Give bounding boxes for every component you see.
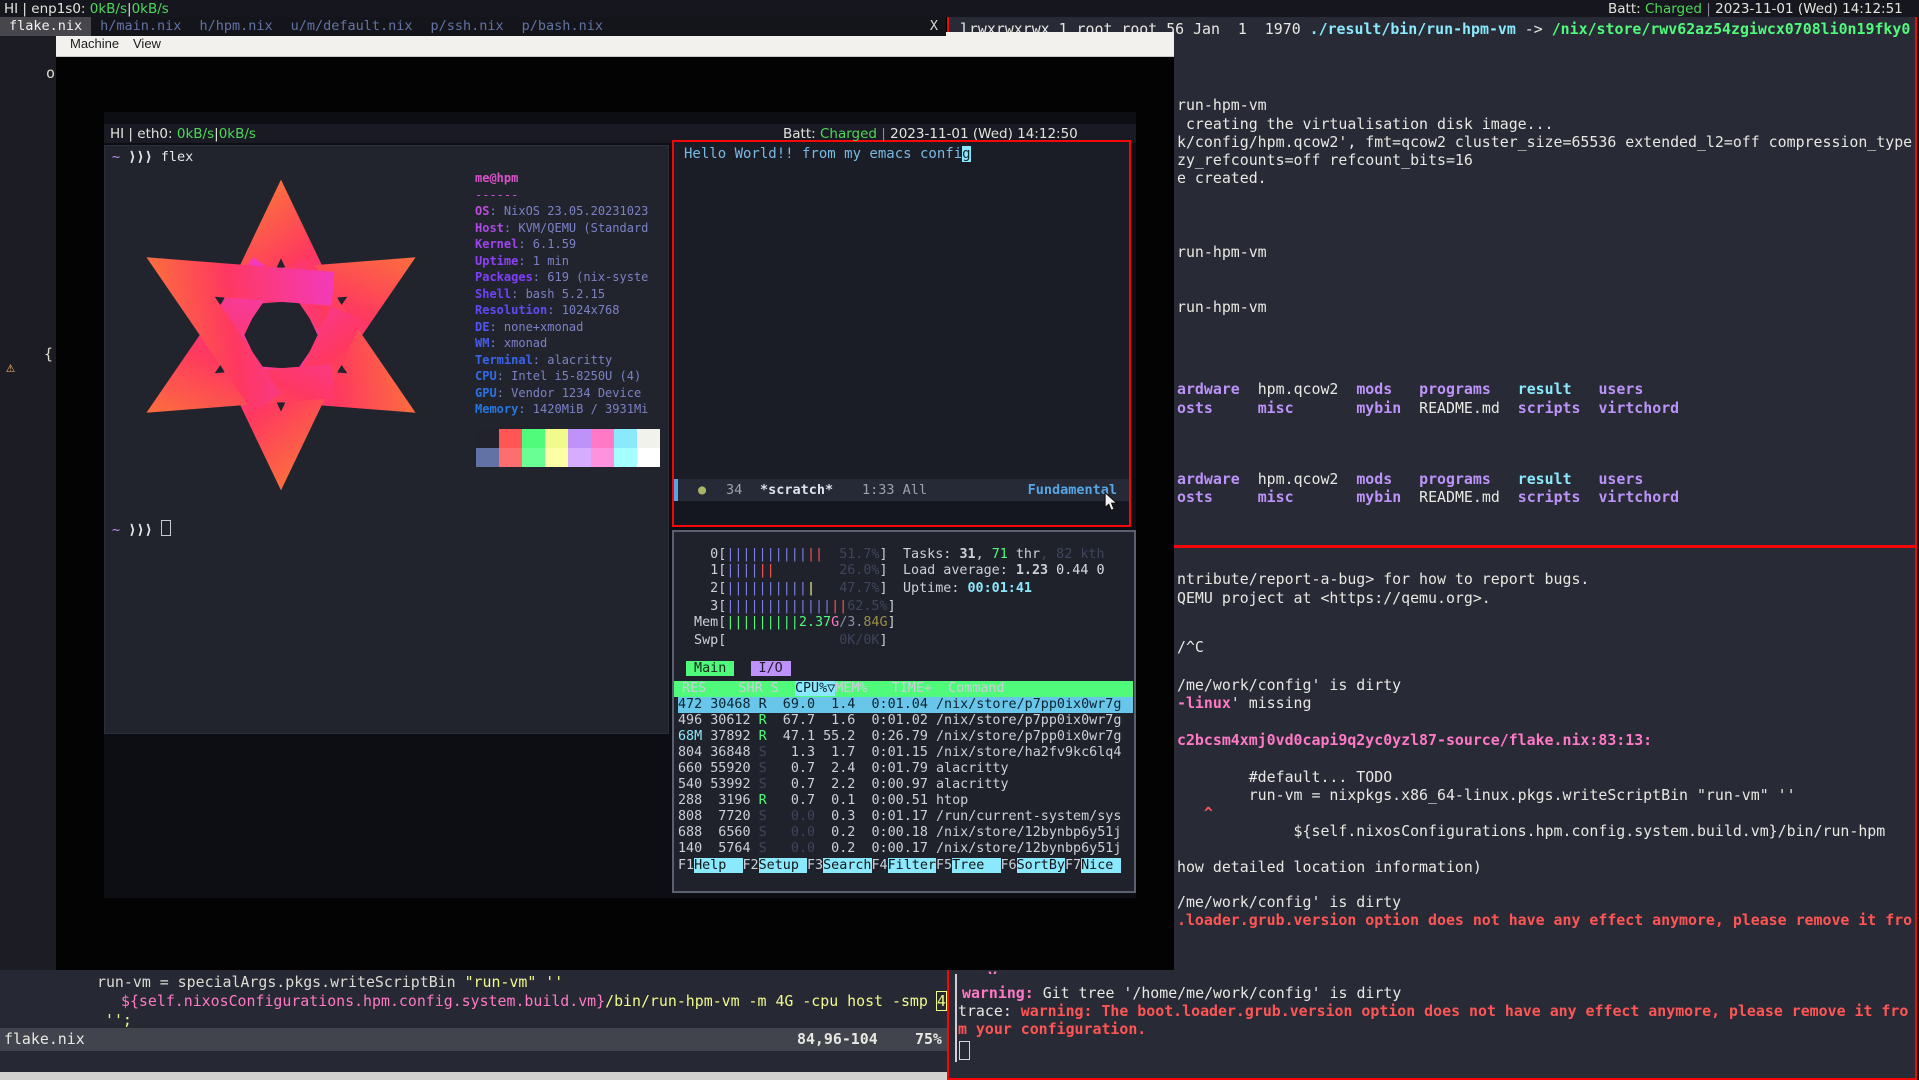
- mouse-cursor: [1102, 492, 1120, 512]
- desktop: flake.nixh/main.nixh/hpm.nixu/m/default.…: [0, 0, 1919, 1080]
- tab-p/ssh.nix[interactable]: p/ssh.nix: [422, 17, 513, 36]
- palette-swatch: [568, 429, 591, 448]
- tab-h/hpm.nix[interactable]: h/hpm.nix: [190, 17, 281, 36]
- window-edge-bar: [0, 1072, 947, 1080]
- tab-p/bash.nix[interactable]: p/bash.nix: [513, 17, 612, 36]
- editor-tab-bar: flake.nixh/main.nixh/hpm.nixu/m/default.…: [0, 17, 946, 36]
- modeline-position: 1:33 All: [862, 479, 927, 501]
- palette-swatch: [545, 448, 568, 467]
- tab-flake.nix[interactable]: flake.nix: [0, 17, 91, 36]
- palette-swatch: [545, 429, 568, 448]
- terminal-cursor: [959, 1041, 970, 1060]
- modeline-accent-bar: [674, 479, 678, 501]
- terminal-pane-border: [955, 974, 957, 1062]
- palette-swatch: [614, 448, 637, 467]
- vim-status-position: 84,96-104: [797, 1028, 878, 1051]
- tab-u/m/default.nix[interactable]: u/m/default.nix: [282, 17, 422, 36]
- palette-swatch: [614, 429, 637, 448]
- palette-swatch: [637, 429, 660, 448]
- tab-h/main.nix[interactable]: h/main.nix: [91, 17, 190, 36]
- emacs-window[interactable]: ● 34 *scratch* 1:33 All Fundamental: [672, 140, 1131, 527]
- close-icon[interactable]: X: [922, 17, 946, 36]
- emacs-minibuffer: [674, 501, 1129, 525]
- vim-window-left-strip[interactable]: [0, 36, 56, 1080]
- palette-swatch: [568, 448, 591, 467]
- palette-swatch: [637, 448, 660, 467]
- palette-swatch: [522, 429, 545, 448]
- palette-swatch: [522, 448, 545, 467]
- vm-terminal-window[interactable]: [104, 145, 669, 734]
- terminal-color-palette: [476, 429, 660, 467]
- palette-swatch: [591, 429, 614, 448]
- status-bar-top: [0, 0, 1919, 17]
- vim-window-bottom[interactable]: [0, 970, 947, 1080]
- palette-swatch: [591, 448, 614, 467]
- emacs-modeline: ● 34 *scratch* 1:33 All Fundamental: [674, 479, 1129, 501]
- palette-swatch: [499, 429, 522, 448]
- vim-status-percent: 75%: [915, 1028, 942, 1051]
- palette-swatch: [476, 448, 499, 467]
- modeline-number: 34: [726, 479, 742, 501]
- vim-status-filename: flake.nix: [4, 1028, 85, 1051]
- vim-status-bar: flake.nix 84,96-104 75%: [0, 1028, 947, 1051]
- modeline-buffer-name: *scratch*: [760, 479, 833, 501]
- palette-swatch: [476, 429, 499, 448]
- htop-window[interactable]: [672, 530, 1136, 893]
- buffer-modified-icon: ●: [698, 479, 706, 501]
- palette-swatch: [499, 448, 522, 467]
- nixos-logo: [111, 170, 451, 500]
